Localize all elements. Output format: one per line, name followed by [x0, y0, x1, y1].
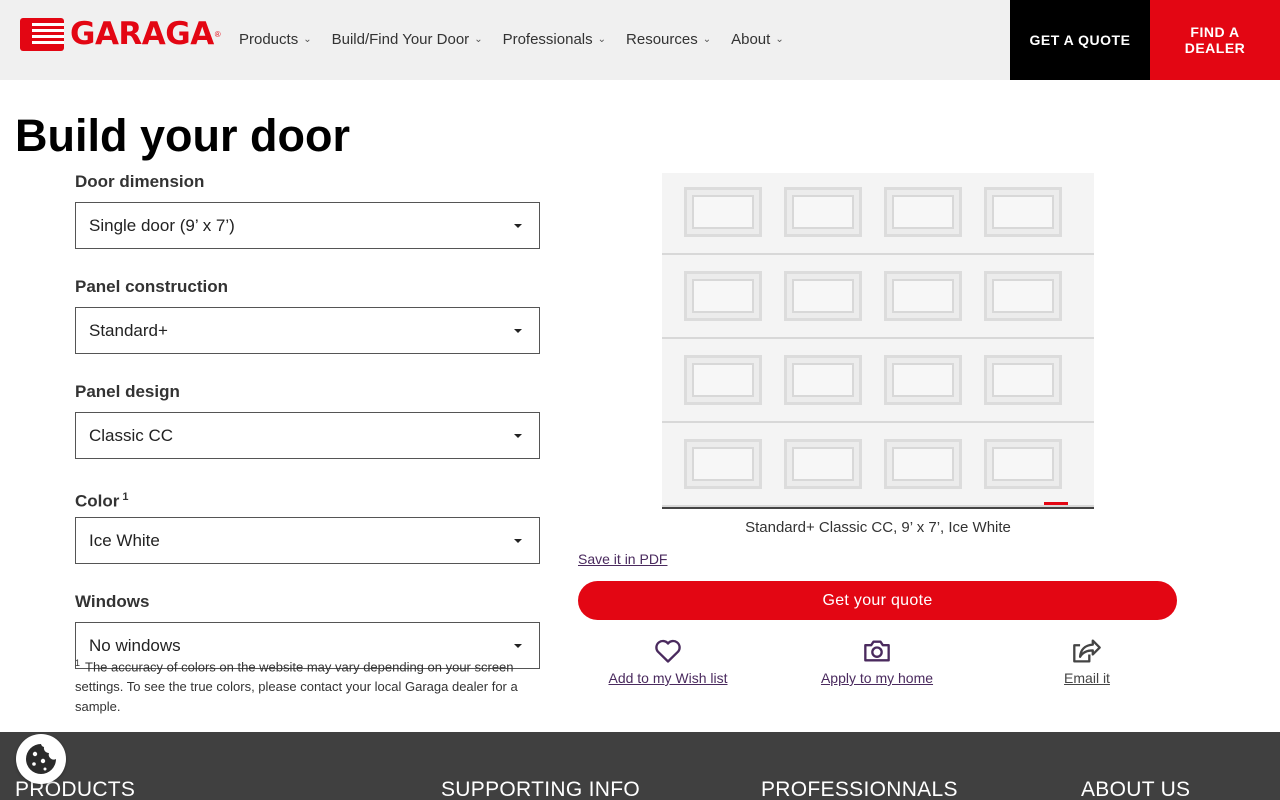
caret-down-icon [514, 328, 522, 333]
apply-to-home-action[interactable]: Apply to my home [787, 638, 967, 688]
door-section [662, 173, 1094, 255]
get-a-quote-button[interactable]: GET A QUOTE [1010, 0, 1150, 80]
color-select[interactable]: Ice White [75, 517, 540, 564]
heart-icon [655, 639, 681, 663]
door-panel [884, 271, 962, 321]
door-panel [684, 271, 762, 321]
door-panel [884, 439, 962, 489]
door-preview-caption: Standard+ Classic CC, 9’ x 7’, Ice White [745, 519, 1011, 536]
nav-resources[interactable]: Resources ⌄ [626, 31, 711, 48]
apply-home-label: Apply to my home [820, 670, 934, 686]
nav-about[interactable]: About ⌄ [731, 31, 784, 48]
caret-down-icon [514, 643, 522, 648]
footer-supporting-heading[interactable]: SUPPORTING INFO [441, 778, 640, 800]
chevron-down-icon: ⌄ [303, 34, 312, 45]
logo-registered: ® [214, 29, 221, 39]
door-panel [684, 187, 762, 237]
door-panel [984, 271, 1062, 321]
door-panel [784, 439, 862, 489]
door-panel [784, 187, 862, 237]
door-panel [984, 355, 1062, 405]
logo-text: GARAGA [70, 16, 214, 52]
caret-down-icon [514, 538, 522, 543]
door-builder-form: Door dimension Single door (9’ x 7’) Pan… [75, 171, 540, 696]
save-pdf-link[interactable]: Save it in PDF [578, 551, 667, 567]
door-section [662, 257, 1094, 339]
footer-about-heading[interactable]: ABOUT US [1081, 778, 1190, 800]
door-panel [784, 271, 862, 321]
door-panel [884, 355, 962, 405]
door-preview-image [662, 173, 1094, 509]
door-panel [784, 355, 862, 405]
door-dimension-select[interactable]: Single door (9’ x 7’) [75, 202, 540, 249]
select-value: Standard+ [89, 320, 168, 340]
panel-design-select[interactable]: Classic CC [75, 412, 540, 459]
main-nav: Products ⌄ Build/Find Your Door ⌄ Professi… [239, 31, 804, 48]
page-title: Build your door [15, 110, 350, 161]
door-panel [884, 187, 962, 237]
nav-products[interactable]: Products ⌄ [239, 31, 312, 48]
color-label: Color 1 [75, 491, 129, 511]
camera-icon [864, 640, 890, 662]
site-footer: PRODUCTS SUPPORTING INFO PROFESSIONNALS … [0, 732, 1280, 800]
add-to-wishlist-action[interactable]: Add to my Wish list [578, 638, 758, 688]
color-footnote: 1 The accuracy of colors on the website m… [75, 658, 518, 715]
door-section [662, 341, 1094, 423]
nav-label: Build/Find Your Door [331, 31, 470, 48]
windows-label: Windows [75, 592, 150, 611]
logo-mark-icon [20, 17, 64, 51]
footnote-marker: 1 [122, 491, 129, 503]
cookie-settings-button[interactable] [16, 734, 66, 784]
door-panel [684, 355, 762, 405]
get-your-quote-button[interactable]: Get your quote [578, 581, 1177, 620]
wishlist-label: Add to my Wish list [608, 670, 728, 686]
panel-design-label: Panel design [75, 382, 180, 401]
nav-label: Professionals [502, 31, 593, 48]
select-value: Classic CC [89, 425, 174, 445]
garaga-logo[interactable]: GARAGA ® [20, 17, 221, 51]
chevron-down-icon: ⌄ [702, 34, 712, 45]
site-header: GARAGA ® Products ⌄ Build/Find Your Door ⌄… [0, 0, 1280, 80]
door-panel [984, 439, 1062, 489]
nav-label: About [731, 31, 771, 48]
email-label: Email it [1064, 670, 1110, 686]
footer-professionals-heading[interactable]: PROFESSIONNALS [761, 778, 958, 800]
chevron-down-icon: ⌄ [474, 34, 483, 45]
caret-down-icon [514, 223, 522, 228]
panel-construction-label: Panel construction [75, 277, 229, 296]
find-a-dealer-button[interactable]: FIND A DEALER [1150, 0, 1280, 80]
select-value: Single door (9’ x 7’) [89, 215, 235, 235]
email-it-action[interactable]: Email it [997, 638, 1177, 688]
cookie-icon [26, 744, 56, 774]
select-value: Ice White [89, 530, 160, 550]
nav-label: Resources [626, 31, 698, 48]
chevron-down-icon: ⌄ [597, 34, 607, 45]
panel-construction-select[interactable]: Standard+ [75, 307, 540, 354]
door-brand-tag [1044, 502, 1068, 505]
caret-down-icon [514, 433, 522, 438]
nav-build-find-door[interactable]: Build/Find Your Door ⌄ [332, 31, 483, 48]
door-panel [684, 439, 762, 489]
share-icon [1073, 639, 1101, 663]
door-dimension-label: Door dimension [75, 172, 205, 191]
door-section [662, 425, 1094, 507]
nav-professionals[interactable]: Professionals ⌄ [503, 31, 606, 48]
nav-label: Products [239, 31, 299, 48]
door-panel [984, 187, 1062, 237]
chevron-down-icon: ⌄ [775, 34, 784, 45]
